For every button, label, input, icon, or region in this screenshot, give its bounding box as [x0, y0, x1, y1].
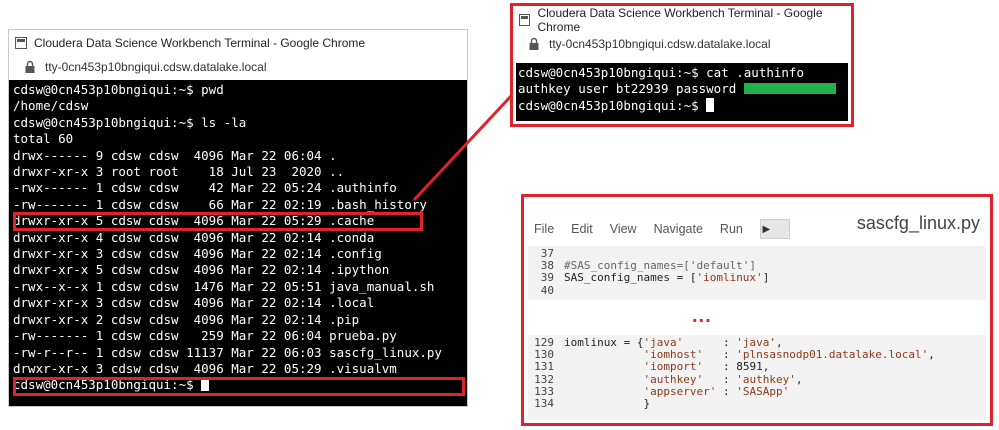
code-line: 40	[528, 283, 986, 297]
lock-icon	[25, 60, 35, 73]
editor-menubar: File Edit View Navigate Run ▶	[534, 219, 790, 239]
terminal-line: drwxr-xr-x 2 cdsw cdsw 4096 Mar 22 02:14…	[13, 311, 360, 327]
text-cursor-2	[706, 97, 715, 112]
terminal-line: cdsw@0cn453p10bngiqui:~$ ls -la	[13, 114, 247, 130]
code-text: SAS_config_names = ['iomlinux']	[564, 271, 770, 285]
redacted-password	[743, 83, 836, 95]
terminal-line: -rwx--x--x 1 cdsw cdsw 1476 Mar 22 05:51…	[13, 278, 435, 294]
terminal-output-2[interactable]: cdsw@0cn453p10bngiqui:~$ cat .authinfo a…	[516, 63, 848, 121]
window-icon-2	[519, 13, 531, 26]
menu-navigate[interactable]: Navigate	[654, 222, 703, 236]
terminal-line: cdsw@0cn453p10bngiqui:~$ pwd	[13, 82, 224, 97]
terminal-line: -rw------- 1 cdsw cdsw 259 Mar 22 06:04 …	[13, 328, 397, 344]
code-line: 134 }	[528, 397, 986, 411]
code-block-a[interactable]: 37 38 #SAS_config_names=['default'] 39 SAS_c…	[528, 246, 986, 300]
terminal-window-2: Cloudera Data Science Workbench Terminal…	[510, 3, 854, 127]
terminal-line: drwxr-xr-x 3 root root 18 Jul 23 2020 ..	[13, 164, 345, 180]
window-title: Cloudera Data Science Workbench Terminal…	[34, 36, 366, 50]
url-text-2: tty-0cn453p10bngiqui.cdsw.datalake.local	[549, 37, 771, 51]
terminal-output[interactable]: cdsw@0cn453p10bngiqui:~$ pwd /home/cdsw …	[9, 80, 467, 406]
code-text: iomlinux = {'java' : 'java',	[564, 336, 783, 349]
terminal-line: -rwx------ 1 cdsw cdsw 42 Mar 22 05:24 .…	[13, 180, 397, 196]
terminal-line: -rw-r--r-- 1 cdsw cdsw 11137 Mar 22 06:0…	[13, 344, 442, 360]
code-text: #SAS_config_names=['default']	[564, 259, 757, 273]
terminal-line: drwxr-xr-x 3 cdsw cdsw 4096 Mar 22 05:29…	[13, 360, 397, 376]
terminal-line: -rw------- 1 cdsw cdsw 66 Mar 22 02:19 .…	[13, 196, 427, 212]
window-icon	[15, 37, 27, 49]
editor-panel: File Edit View Navigate Run ▶ sascfg_lin…	[521, 194, 993, 426]
menu-view[interactable]: View	[610, 222, 637, 236]
terminal-line: drwx------ 9 cdsw cdsw 4096 Mar 22 06:04…	[13, 147, 337, 163]
terminal-line: authkey user bt22939 password	[518, 81, 744, 97]
line-number: 39	[540, 271, 554, 285]
highlight-sascfg	[13, 377, 465, 396]
line-number: 40	[540, 283, 554, 297]
play-icon: ▶	[762, 223, 771, 235]
file-name: sascfg_linux.py	[856, 213, 980, 233]
terminal-line: drwxr-xr-x 3 cdsw cdsw 4096 Mar 22 02:14…	[13, 295, 375, 311]
menu-file[interactable]: File	[534, 222, 554, 236]
line-number: 134	[534, 397, 554, 411]
window-title-2: Cloudera Data Science Workbench Terminal…	[537, 5, 823, 34]
code-text: 'appserver' : 'SASApp'	[643, 384, 790, 398]
terminal-line: total 60	[13, 131, 74, 147]
code-text: 'iomhost' : 'plnsasnodp01.datalake.local…	[643, 348, 935, 362]
terminal-line: drwxr-xr-x 3 cdsw cdsw 4096 Mar 22 02:14…	[13, 246, 382, 262]
terminal-line: /home/cdsw	[13, 98, 89, 114]
highlight-authinfo	[13, 212, 423, 231]
terminal-window-1: Cloudera Data Science Workbench Terminal…	[8, 29, 468, 407]
terminal-line: cdsw@0cn453p10bngiqui:~$ cat .authinfo	[518, 65, 804, 80]
code-text: 'iomport' : 8591,	[643, 360, 770, 374]
line-number: 132	[534, 372, 554, 386]
ellipsis-marker: ...	[692, 305, 712, 327]
code-text: }	[564, 397, 651, 411]
prompt-2: cdsw@0cn453p10bngiqui:~$	[518, 97, 707, 113]
menu-edit[interactable]: Edit	[571, 222, 593, 236]
run-button[interactable]: ▶	[759, 219, 790, 239]
line-number: 131	[534, 360, 554, 374]
code-line: 39 SAS_config_names = ['iomlinux']	[528, 272, 986, 284]
code-block-b[interactable]: 129 iomlinux = {'java' : 'java', 130 'iomh…	[528, 335, 986, 420]
terminal-line: drwxr-xr-x 4 cdsw cdsw 4096 Mar 22 02:14…	[13, 229, 375, 245]
url-text: tty-0cn453p10bngiqui.cdsw.datalake.local	[45, 60, 267, 74]
window-titlebar: Cloudera Data Science Workbench Terminal…	[9, 30, 467, 56]
code-text: 'authkey' : 'authkey',	[643, 372, 803, 386]
lock-icon-2	[529, 37, 539, 50]
address-bar-2[interactable]: tty-0cn453p10bngiqui.cdsw.datalake.local	[513, 33, 851, 55]
address-bar[interactable]: tty-0cn453p10bngiqui.cdsw.datalake.local	[9, 56, 467, 78]
terminal-line: drwxr-xr-x 5 cdsw cdsw 4096 Mar 22 02:14…	[13, 262, 390, 278]
window-titlebar-2: Cloudera Data Science Workbench Terminal…	[513, 5, 851, 34]
menu-run[interactable]: Run	[720, 222, 743, 236]
